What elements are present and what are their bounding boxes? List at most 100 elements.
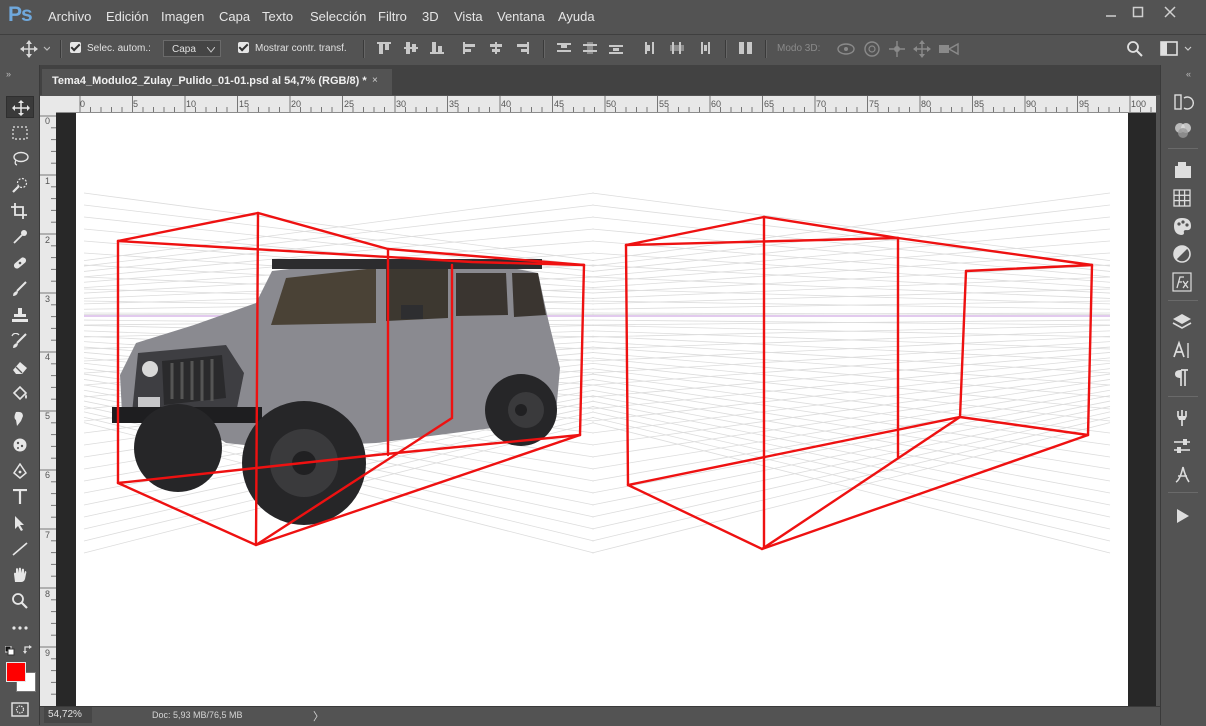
align-hcenter-icon[interactable] <box>489 42 503 54</box>
ruler-label: 75 <box>869 99 880 109</box>
menu-seleccion[interactable]: Selección <box>310 9 366 24</box>
menu-vista[interactable]: Vista <box>454 9 483 24</box>
history-panel-icon[interactable] <box>1172 92 1194 112</box>
search-icon[interactable] <box>1126 40 1144 61</box>
paint-bucket-tool[interactable] <box>6 382 34 404</box>
distribute-right-icon[interactable] <box>697 42 711 54</box>
toolbar-collapse-icon[interactable]: » <box>6 69 11 79</box>
menu-filtro[interactable]: Filtro <box>378 9 407 24</box>
menu-ventana[interactable]: Ventana <box>497 9 545 24</box>
distribute-vcenter-icon[interactable] <box>583 42 597 54</box>
brush-tool[interactable] <box>6 278 34 300</box>
move-tool-preset-icon[interactable] <box>20 40 51 61</box>
brush-settings-icon[interactable] <box>1172 436 1194 456</box>
align-bottom-icon[interactable] <box>430 42 444 54</box>
3d-orbit-icon[interactable] <box>836 40 856 61</box>
distribute-top-icon[interactable] <box>557 42 571 54</box>
history-brush-tool[interactable] <box>6 330 34 352</box>
auto-select-dropdown[interactable]: Capa <box>163 40 221 57</box>
quick-mask-icon[interactable] <box>11 702 29 721</box>
adjustments-panel-icon[interactable] <box>1172 244 1194 264</box>
maximize-button[interactable] <box>1121 2 1154 22</box>
menu-ayuda[interactable]: Ayuda <box>558 9 595 24</box>
menu-3d[interactable]: 3D <box>422 9 439 24</box>
sponge-tool[interactable] <box>6 434 34 456</box>
dock-collapse-icon[interactable]: « <box>1186 69 1191 79</box>
type-tool[interactable] <box>6 486 34 508</box>
ruler-label: 40 <box>501 99 512 109</box>
edit-toolbar-button[interactable] <box>6 617 34 639</box>
dock-separator <box>1168 492 1198 493</box>
ruler-label: 85 <box>974 99 985 109</box>
status-menu-arrow[interactable]: 〉 <box>313 708 324 724</box>
zoom-level-field[interactable]: 54,72% <box>44 707 92 723</box>
glyphs-panel-icon[interactable] <box>1172 464 1194 484</box>
document-tab-close-button[interactable]: × <box>372 75 378 86</box>
ruler-label: 15 <box>239 99 250 109</box>
move-tool[interactable] <box>6 96 34 118</box>
workspace-switcher-icon[interactable] <box>1160 40 1196 61</box>
dock-separator <box>1168 300 1198 301</box>
auto-select-checkbox[interactable] <box>70 42 81 53</box>
document-canvas[interactable] <box>76 113 1128 706</box>
marquee-tool[interactable] <box>6 122 34 144</box>
ruler-origin[interactable] <box>40 96 57 113</box>
smudge-tool[interactable] <box>6 408 34 430</box>
ruler-label: 7 <box>45 530 51 540</box>
distribute-left-icon[interactable] <box>644 42 658 54</box>
vertical-ruler[interactable] <box>40 112 57 706</box>
photoshop-logo: Ps <box>8 3 33 26</box>
swap-colors-icon[interactable] <box>23 644 34 658</box>
pen-tool[interactable] <box>6 460 34 482</box>
menu-capa[interactable]: Capa <box>219 9 250 24</box>
document-tab-title[interactable]: Tema4_Modulo2_Zulay_Pulido_01-01.psd al … <box>52 75 367 87</box>
3d-roll-icon[interactable] <box>862 40 882 61</box>
menu-texto[interactable]: Texto <box>262 9 293 24</box>
align-left-icon[interactable] <box>463 42 477 54</box>
path-selection-tool[interactable] <box>6 512 34 534</box>
line-tool[interactable] <box>6 538 34 560</box>
separator <box>363 40 365 58</box>
3d-pan-icon[interactable] <box>887 40 907 61</box>
layers-panel-icon[interactable] <box>1172 312 1194 332</box>
healing-brush-tool[interactable] <box>6 252 34 274</box>
show-transform-checkbox[interactable] <box>238 42 249 53</box>
distribute-hcenter-icon[interactable] <box>670 42 684 54</box>
default-colors-icon[interactable] <box>4 645 15 659</box>
align-top-icon[interactable] <box>377 42 391 54</box>
document-info[interactable]: Doc: 5,93 MB/76,5 MB <box>152 710 243 720</box>
brush-presets-icon[interactable] <box>1172 408 1194 428</box>
align-vcenter-icon[interactable] <box>404 42 418 54</box>
crop-tool[interactable] <box>6 200 34 222</box>
ruler-label: 5 <box>45 411 51 421</box>
swatches-panel-icon[interactable] <box>1172 188 1194 208</box>
styles-panel-icon[interactable] <box>1172 216 1194 236</box>
quick-selection-tool[interactable] <box>6 174 34 196</box>
menu-edicion[interactable]: Edición <box>106 9 149 24</box>
align-right-icon[interactable] <box>515 42 529 54</box>
3d-scale-icon[interactable] <box>938 40 960 61</box>
close-icon <box>1163 6 1176 18</box>
3d-slide-icon[interactable] <box>912 40 932 61</box>
auto-select-label: Selec. autom.: <box>87 43 151 54</box>
clone-stamp-tool[interactable] <box>6 304 34 326</box>
eraser-tool[interactable] <box>6 356 34 378</box>
menu-archivo[interactable]: Archivo <box>48 9 91 24</box>
layer-styles-fx-icon[interactable] <box>1172 272 1194 292</box>
lasso-tool[interactable] <box>6 148 34 170</box>
foreground-color-swatch[interactable] <box>6 662 26 682</box>
distribute-bottom-icon[interactable] <box>609 42 623 54</box>
hand-tool[interactable] <box>6 564 34 586</box>
auto-align-icon[interactable] <box>739 42 753 54</box>
color-panel-icon[interactable] <box>1172 120 1194 140</box>
paragraph-panel-icon[interactable] <box>1172 368 1194 388</box>
close-window-button[interactable] <box>1153 2 1186 22</box>
zoom-tool[interactable] <box>6 590 34 612</box>
libraries-panel-icon[interactable] <box>1172 160 1194 180</box>
character-panel-icon[interactable] <box>1172 340 1194 360</box>
eyedropper-tool[interactable] <box>6 226 34 248</box>
ruler-label: 0 <box>80 99 86 109</box>
actions-play-icon[interactable] <box>1172 506 1194 526</box>
auto-select-value: Capa <box>172 44 196 55</box>
menu-imagen[interactable]: Imagen <box>161 9 204 24</box>
